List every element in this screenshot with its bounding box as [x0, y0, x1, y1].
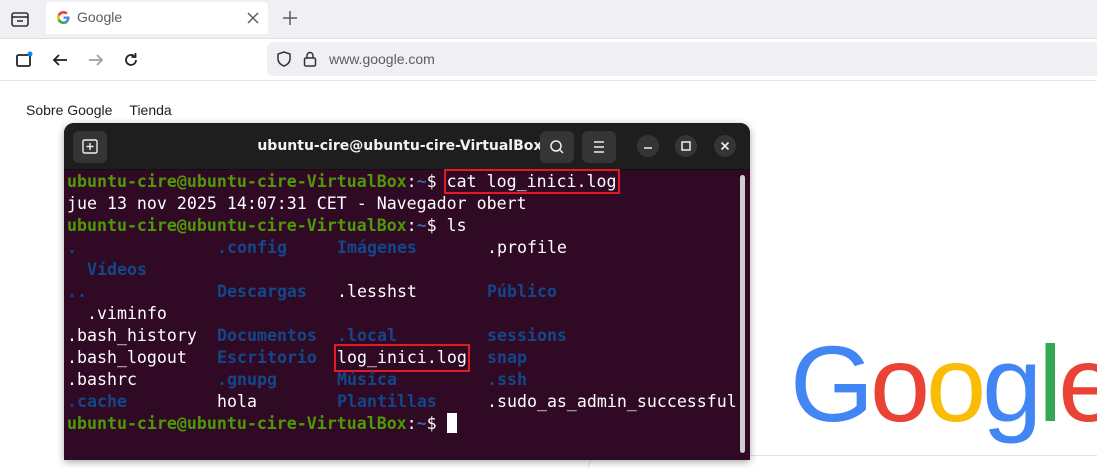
search-icon — [550, 140, 564, 154]
ls-row: Vídeos — [67, 259, 737, 281]
logo-letter: g — [982, 323, 1042, 444]
ls-entry: Escritorio — [217, 348, 317, 367]
maximize-icon — [681, 141, 691, 151]
ls-entry: .profile — [487, 238, 567, 257]
close-tab-icon[interactable] — [247, 12, 259, 24]
ls-entry: snap — [487, 348, 527, 367]
command: ls — [446, 216, 467, 235]
terminal-line: jue 13 nov 2025 14:07:31 CET - Navegador… — [67, 193, 737, 215]
search-button[interactable] — [540, 131, 574, 163]
prompt-dollar: $ — [426, 172, 447, 191]
reload-icon[interactable] — [122, 51, 140, 69]
ls-entry: .cache — [67, 392, 127, 411]
highlighted-command: cat log_inici.log — [443, 169, 620, 194]
ls-entry: Público — [487, 282, 557, 301]
ls-entry: Imágenes — [337, 238, 417, 257]
url-text: www.google.com — [329, 51, 435, 67]
new-tab-icon[interactable] — [282, 10, 298, 26]
maximize-button[interactable] — [675, 135, 697, 157]
store-link[interactable]: Tienda — [129, 102, 171, 118]
prompt-path: ~ — [416, 216, 427, 235]
terminal-window[interactable]: ubuntu-cire@ubuntu-cire-VirtualBox: ~ ub… — [64, 123, 750, 460]
ls-entry: .bash_logout — [67, 348, 187, 367]
ls-entry: Música — [337, 370, 397, 389]
command-output: jue 13 nov 2025 14:07:31 CET - Navegador… — [67, 194, 527, 213]
close-button[interactable] — [714, 135, 736, 157]
ls-entry: .lesshst — [337, 282, 417, 301]
tab-title: Google — [77, 9, 123, 25]
prompt-colon: : — [406, 172, 417, 191]
logo-letter: l — [1038, 323, 1062, 444]
shield-icon[interactable] — [276, 51, 292, 67]
prompt-dollar: $ — [426, 414, 447, 433]
terminal-line: ubuntu-cire@ubuntu-cire-VirtualBox:~$ ls — [67, 215, 737, 237]
lock-icon[interactable] — [303, 51, 317, 67]
ls-row: . .config Imágenes .profile — [67, 237, 737, 259]
prompt-path: ~ — [416, 414, 427, 433]
terminal-line: ubuntu-cire@ubuntu-cire-VirtualBox:~$ ca… — [67, 169, 737, 194]
ls-entry: .bash_history — [67, 326, 197, 345]
ls-entry: Descargas — [217, 282, 307, 301]
logo-letter: e — [1058, 323, 1097, 444]
ls-entry: .. — [67, 282, 87, 301]
minimize-button[interactable] — [637, 135, 659, 157]
prompt-colon: : — [406, 216, 417, 235]
ls-entry: .bashrc — [67, 370, 137, 389]
ls-entry: .sudo_as_admin_successful — [487, 392, 737, 411]
prompt-user: ubuntu-cire@ubuntu-cire-VirtualBox — [67, 414, 407, 433]
logo-letter: o — [870, 323, 930, 444]
ls-row: .cache hola Plantillas .sudo_as_admin_su… — [67, 391, 737, 413]
prompt-user: ubuntu-cire@ubuntu-cire-VirtualBox — [67, 172, 407, 191]
menu-button[interactable] — [582, 131, 616, 163]
navigation-bar: www.google.com — [0, 39, 1097, 81]
ls-entry: .config — [217, 238, 287, 257]
ls-row: .bash_history Documentos .local sessions — [67, 325, 737, 347]
forward-icon[interactable] — [87, 51, 105, 69]
logo-letter: G — [790, 323, 874, 444]
close-icon — [720, 141, 730, 151]
prompt-user: ubuntu-cire@ubuntu-cire-VirtualBox — [67, 216, 407, 235]
terminal-header-bar: ubuntu-cire@ubuntu-cire-VirtualBox: ~ — [64, 123, 750, 170]
terminal-output[interactable]: ubuntu-cire@ubuntu-cire-VirtualBox:~$ ca… — [67, 169, 737, 460]
text-cursor — [446, 413, 457, 433]
prompt-path: ~ — [416, 172, 427, 191]
tab-bar: Google — [0, 0, 1097, 39]
ls-entry: Plantillas — [337, 392, 437, 411]
google-favicon-icon — [57, 11, 70, 24]
ls-entry: sessions — [487, 326, 567, 345]
sidebar-icon[interactable] — [15, 51, 33, 69]
about-google-link[interactable]: Sobre Google — [26, 102, 112, 118]
terminal-scrollbar[interactable] — [740, 175, 745, 453]
ls-row: .bashrc .gnupg Música .ssh — [67, 369, 737, 391]
ls-entry: Vídeos — [87, 260, 147, 279]
highlighted-file: log_inici.log — [334, 344, 470, 372]
ls-entry: . — [67, 238, 77, 257]
ls-row: .bash_logout Escritorio log_inici.log sn… — [67, 344, 737, 372]
ls-entry: .local — [337, 326, 397, 345]
url-bar[interactable]: www.google.com — [267, 42, 1097, 76]
ls-entry: Documentos — [217, 326, 317, 345]
tab-list-icon[interactable] — [9, 8, 31, 30]
ls-entry: .viminfo — [87, 304, 167, 323]
google-logo: Google — [790, 330, 1097, 438]
ls-row: .viminfo — [67, 303, 737, 325]
tab-google[interactable]: Google — [46, 2, 268, 34]
terminal-line: ubuntu-cire@ubuntu-cire-VirtualBox:~$ — [67, 413, 737, 435]
google-top-links: Sobre Google Tienda — [26, 102, 189, 118]
back-icon[interactable] — [51, 51, 69, 69]
hamburger-menu-icon — [594, 141, 604, 153]
ls-entry: hola — [217, 392, 257, 411]
ls-entry: .ssh — [487, 370, 527, 389]
ls-entry: .gnupg — [217, 370, 277, 389]
ls-row: .. Descargas .lesshst Público — [67, 281, 737, 303]
minimize-icon — [644, 147, 652, 149]
prompt-dollar: $ — [426, 216, 447, 235]
logo-letter: o — [926, 323, 986, 444]
prompt-colon: : — [406, 414, 417, 433]
